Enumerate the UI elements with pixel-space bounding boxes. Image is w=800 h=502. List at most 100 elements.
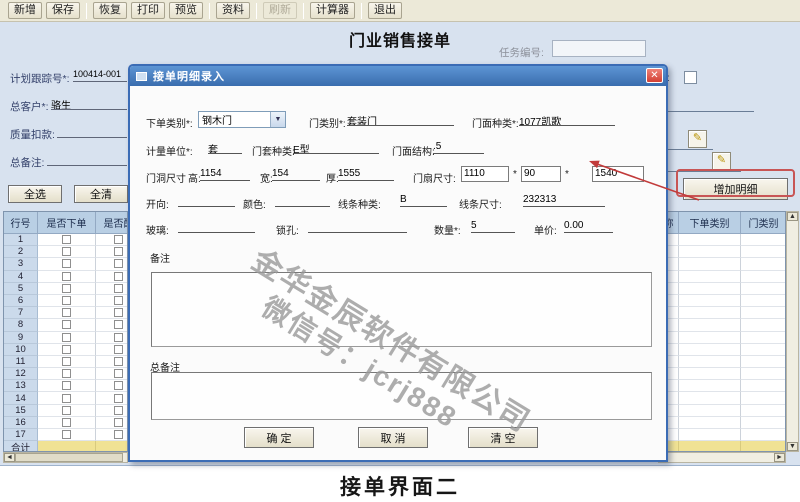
row-checkbox[interactable] — [114, 406, 123, 415]
grid-cell[interactable] — [38, 246, 96, 258]
grid-cell[interactable] — [96, 332, 128, 344]
plan-no-input[interactable]: 100414-001 — [73, 69, 127, 82]
grid-cell[interactable] — [741, 405, 786, 417]
color-input[interactable] — [275, 194, 330, 207]
column-header[interactable]: 行号 — [4, 212, 38, 234]
grid-cell[interactable] — [96, 246, 128, 258]
vertical-scrollbar[interactable]: ▲ ▼ — [786, 211, 799, 452]
row-checkbox[interactable] — [114, 345, 123, 354]
grid-cell[interactable] — [741, 417, 786, 429]
row-checkbox[interactable] — [62, 418, 71, 427]
dialog-titlebar[interactable]: 接单明细录入 — [130, 66, 666, 86]
grid-cell[interactable] — [741, 258, 786, 270]
grid-cell[interactable] — [38, 258, 96, 270]
toolbar-button-0-1[interactable]: 保存 — [46, 2, 80, 19]
grid-cell[interactable] — [38, 380, 96, 392]
row-checkbox[interactable] — [62, 381, 71, 390]
row-checkbox[interactable] — [62, 357, 71, 366]
row-checkbox[interactable] — [62, 345, 71, 354]
grid-cell[interactable] — [741, 246, 786, 258]
clear-all-button[interactable]: 全清 — [74, 185, 128, 203]
scroll-left-icon[interactable]: ◄ — [4, 453, 15, 462]
unit-price-input[interactable]: 0.00 — [564, 220, 613, 233]
row-checkbox[interactable] — [114, 369, 123, 378]
door-category-input[interactable]: 套装门 — [347, 113, 454, 126]
grid-cell[interactable] — [96, 295, 128, 307]
grid-cell[interactable] — [96, 234, 128, 246]
row-checkbox[interactable] — [114, 333, 123, 342]
hole-width-input[interactable]: 154 — [272, 168, 320, 181]
grid-cell[interactable] — [38, 307, 96, 319]
column-header[interactable]: 是否配 — [96, 212, 128, 234]
row-checkbox[interactable] — [62, 430, 71, 439]
edit-button[interactable]: ✎ — [712, 152, 731, 170]
row-checkbox[interactable] — [62, 369, 71, 378]
grid-cell[interactable] — [679, 368, 741, 380]
grid-cell[interactable] — [96, 380, 128, 392]
close-icon[interactable]: ✕ — [646, 68, 663, 83]
grid-cell[interactable] — [38, 405, 96, 417]
grid-cell[interactable] — [679, 258, 741, 270]
leaf-height-input[interactable]: 1540 — [592, 166, 644, 182]
column-header[interactable]: 门类别 — [741, 212, 786, 234]
face-structure-input[interactable]: .5 — [433, 141, 484, 154]
grid-cell[interactable] — [38, 368, 96, 380]
edit-button[interactable]: ✎ — [688, 130, 707, 148]
grid-cell[interactable] — [38, 344, 96, 356]
select-all-button[interactable]: 全选 — [8, 185, 62, 203]
glass-input[interactable] — [178, 220, 255, 233]
line-size-input[interactable]: 232313 — [523, 194, 605, 207]
row-checkbox[interactable] — [62, 394, 71, 403]
lock-input[interactable] — [308, 220, 407, 233]
column-header[interactable]: 是否下单 — [38, 212, 96, 234]
grid-cell[interactable] — [38, 392, 96, 404]
horizontal-scrollbar-left[interactable]: ◄ — [3, 452, 128, 463]
row-checkbox[interactable] — [62, 284, 71, 293]
row-checkbox[interactable] — [62, 247, 71, 256]
order-category-select[interactable]: 钢木门 ▼ — [198, 111, 286, 128]
row-checkbox[interactable] — [114, 418, 123, 427]
grid-cell[interactable] — [679, 234, 741, 246]
grid-cell[interactable] — [741, 319, 786, 331]
grid-cell[interactable] — [96, 307, 128, 319]
frame-type-input[interactable]: E型 — [293, 141, 379, 154]
row-checkbox[interactable] — [114, 272, 123, 281]
direction-input[interactable] — [178, 194, 235, 207]
row-checkbox[interactable] — [114, 247, 123, 256]
grid-cell[interactable] — [38, 234, 96, 246]
hole-height-input[interactable]: 1154 — [200, 168, 250, 181]
grid-cell[interactable] — [679, 405, 741, 417]
row-checkbox[interactable] — [62, 320, 71, 329]
grid-cell[interactable] — [38, 271, 96, 283]
grid-cell[interactable] — [741, 332, 786, 344]
row-checkbox[interactable] — [62, 296, 71, 305]
grid-cell[interactable] — [96, 271, 128, 283]
grid-cell[interactable] — [96, 429, 128, 441]
grid-cell[interactable] — [38, 319, 96, 331]
row-checkbox[interactable] — [114, 320, 123, 329]
grid-cell[interactable] — [679, 246, 741, 258]
grid-cell[interactable] — [679, 332, 741, 344]
grid-cell[interactable] — [741, 283, 786, 295]
grid-cell[interactable] — [679, 417, 741, 429]
row-checkbox[interactable] — [114, 284, 123, 293]
grid-cell[interactable] — [741, 356, 786, 368]
toolbar-button-2-0[interactable]: 资料 — [216, 2, 250, 19]
grid-cell[interactable] — [741, 392, 786, 404]
unit-input[interactable]: 套 — [208, 141, 242, 154]
cancel-button[interactable]: 取 消 — [358, 427, 428, 448]
row-checkbox[interactable] — [62, 235, 71, 244]
grid-cell[interactable] — [741, 234, 786, 246]
grid-cell[interactable] — [679, 307, 741, 319]
grid-cell[interactable] — [741, 307, 786, 319]
grid-cell[interactable] — [96, 344, 128, 356]
grid-cell[interactable] — [96, 356, 128, 368]
right-checkbox[interactable] — [684, 71, 697, 84]
row-checkbox[interactable] — [114, 308, 123, 317]
toolbar-button-0-0[interactable]: 新增 — [8, 2, 42, 19]
grid-cell[interactable] — [96, 405, 128, 417]
grid-cell[interactable] — [741, 368, 786, 380]
grid-cell[interactable] — [38, 356, 96, 368]
toolbar-button-5-0[interactable]: 退出 — [368, 2, 402, 19]
line-type-input[interactable]: B — [400, 194, 447, 207]
